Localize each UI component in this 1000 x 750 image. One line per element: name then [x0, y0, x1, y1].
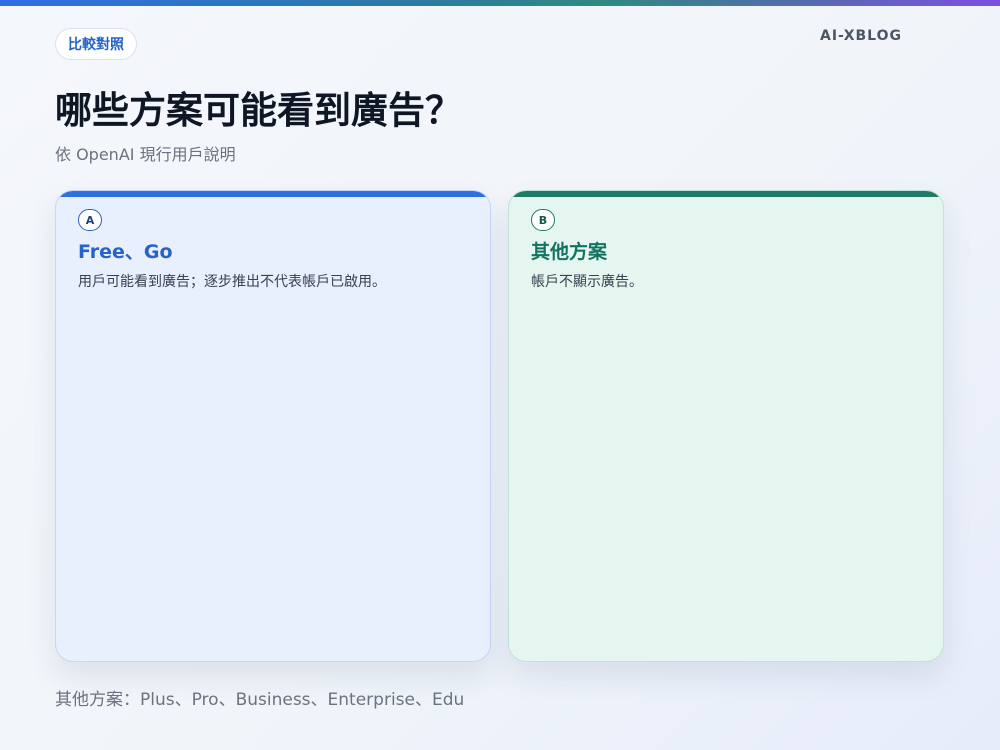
card-b-accent-bar: [509, 191, 943, 197]
card-a-letter-badge: A: [78, 209, 102, 231]
footer-note: 其他方案：Plus、Pro、Business、Enterprise、Edu: [55, 690, 465, 710]
brand-label: AI-XBLOG: [820, 28, 902, 44]
page-subtitle: 依 OpenAI 現行用戶說明: [55, 145, 236, 164]
page-title: 哪些方案可能看到廣告？: [55, 89, 462, 132]
card-b-description: 帳戶不顯示廣告。: [531, 274, 643, 290]
card-b-title: 其他方案: [531, 241, 608, 263]
card-a-description: 用戶可能看到廣告；逐步推出不代表帳戶已啟用。: [78, 274, 386, 290]
category-badge: 比較對照: [55, 28, 137, 60]
plan-card-b: B 其他方案 帳戶不顯示廣告。: [508, 190, 944, 662]
card-a-accent-bar: [56, 191, 490, 197]
plan-card-a: A Free、Go 用戶可能看到廣告；逐步推出不代表帳戶已啟用。: [55, 190, 491, 662]
card-b-letter-badge: B: [531, 209, 555, 231]
top-gradient-bar: [0, 0, 1000, 6]
card-a-title: Free、Go: [78, 241, 173, 263]
